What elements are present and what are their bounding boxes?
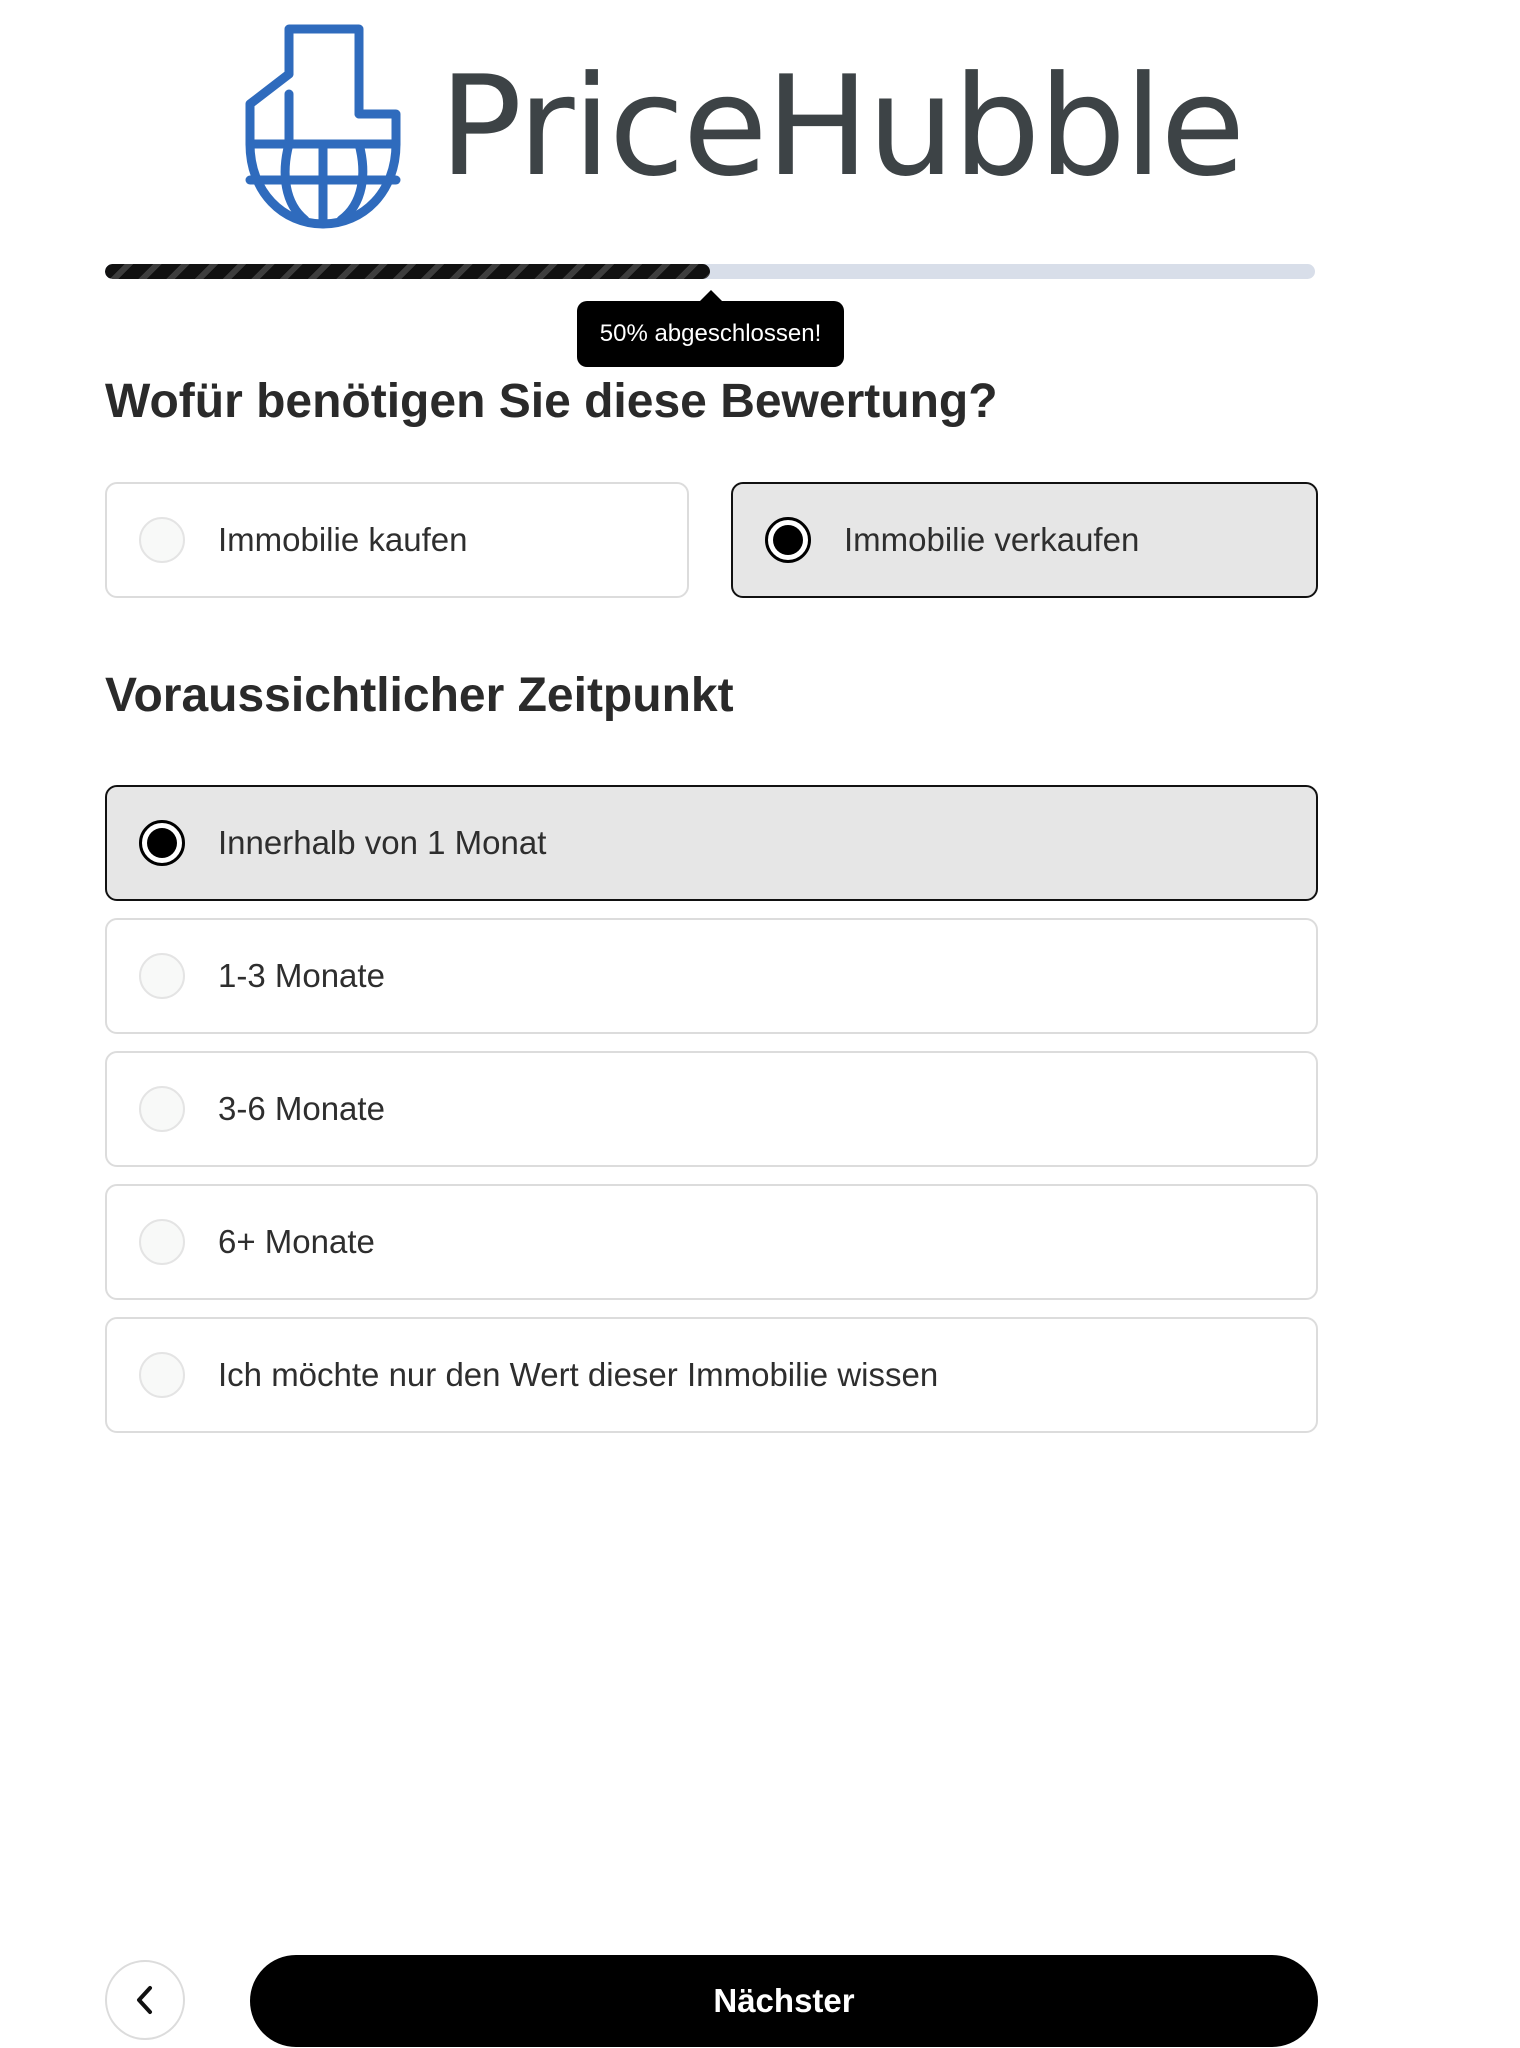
progress-bar [105, 264, 1315, 279]
logo-text: PriceHubble [439, 45, 1245, 207]
option-1-3-months[interactable]: 1-3 Monate [105, 918, 1318, 1034]
option-label: Immobilie kaufen [218, 521, 468, 558]
radio-button[interactable] [139, 820, 185, 866]
radio-button[interactable] [139, 517, 185, 563]
option-label: 6+ Monate [218, 1223, 375, 1260]
option-label: Immobilie verkaufen [844, 521, 1140, 558]
back-button[interactable] [105, 1960, 185, 2040]
building-globe-icon [245, 24, 401, 229]
option-label: 3-6 Monate [218, 1090, 385, 1127]
progress-tooltip: 50% abgeschlossen! [577, 290, 844, 367]
option-3-6-months[interactable]: 3-6 Monate [105, 1051, 1318, 1167]
radio-button[interactable] [139, 1352, 185, 1398]
pricehubble-logo: PriceHubble [245, 24, 1245, 229]
radio-button[interactable] [139, 953, 185, 999]
radio-button[interactable] [765, 517, 811, 563]
option-label: Innerhalb von 1 Monat [218, 824, 547, 861]
option-label: Ich möchte nur den Wert dieser Immobilie… [218, 1356, 939, 1393]
progress-label: 50% abgeschlossen! [599, 320, 822, 347]
next-button[interactable]: Nächster [250, 1955, 1318, 2047]
radio-button[interactable] [139, 1086, 185, 1132]
radio-button[interactable] [139, 1219, 185, 1265]
chevron-left-icon [137, 1986, 152, 2014]
option-label: 1-3 Monate [218, 957, 385, 994]
option-value-only[interactable]: Ich möchte nur den Wert dieser Immobilie… [105, 1317, 1318, 1433]
timing-heading: Voraussichtlicher Zeitpunkt [105, 669, 734, 722]
option-6-plus-months[interactable]: 6+ Monate [105, 1184, 1318, 1300]
purpose-heading: Wofür benötigen Sie diese Bewertung? [105, 375, 998, 428]
progress-fill [105, 264, 710, 279]
option-within-1-month[interactable]: Innerhalb von 1 Monat [105, 785, 1318, 901]
option-sell[interactable]: Immobilie verkaufen [731, 482, 1318, 598]
option-buy[interactable]: Immobilie kaufen [105, 482, 689, 598]
